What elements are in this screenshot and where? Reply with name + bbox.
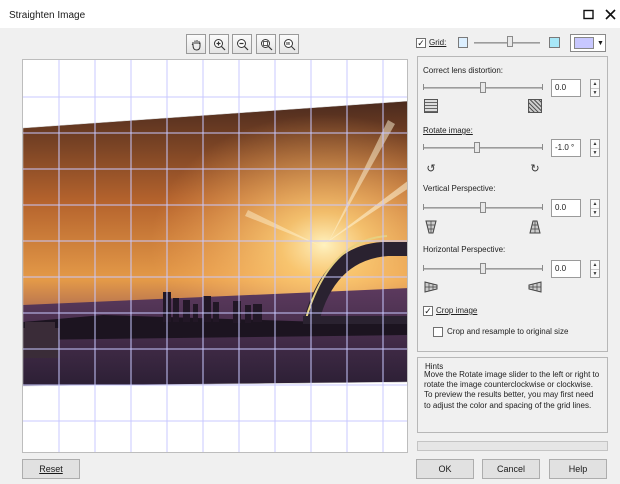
lens-distortion-thumb[interactable] — [480, 82, 486, 93]
perspective-right-wide-icon — [528, 281, 542, 295]
vertical-perspective-spinner[interactable]: ▲ ▼ — [590, 199, 600, 217]
zoom-actual-size-button[interactable] — [279, 34, 299, 54]
rotate-image-spinner[interactable]: ▲ ▼ — [590, 139, 600, 157]
spin-up-icon[interactable]: ▲ — [591, 261, 599, 269]
slider-tick — [423, 84, 424, 90]
grid-label: Grid: — [429, 38, 447, 47]
zoom-in-button[interactable] — [209, 34, 229, 54]
perspective-bottom-wide-icon — [529, 220, 541, 236]
horizontal-perspective-input[interactable]: 0.0 — [551, 260, 581, 278]
horizontal-perspective-spinner[interactable]: ▲ ▼ — [590, 260, 600, 278]
perspective-left-wide-icon — [424, 281, 438, 295]
horizontal-perspective-label: Horizontal Perspective: — [423, 245, 506, 254]
image-preview[interactable] — [22, 59, 408, 453]
rotate-image-thumb[interactable] — [474, 142, 480, 153]
close-icon — [604, 8, 616, 20]
barrel-distortion-icon — [424, 99, 438, 113]
slider-tick — [542, 84, 543, 90]
title-bar — [0, 0, 620, 28]
rotate-image-input[interactable]: -1.0 ° — [551, 139, 581, 157]
rotate-image-label: Rotate image: — [423, 126, 473, 135]
grid-dense-icon — [549, 37, 560, 48]
crop-image-label: Crop image — [436, 306, 478, 315]
spin-up-icon[interactable]: ▲ — [591, 80, 599, 88]
zoom-to-fit-icon — [260, 38, 272, 50]
spin-up-icon[interactable]: ▲ — [591, 200, 599, 208]
maximize-button[interactable] — [579, 5, 597, 23]
zoom-out-icon — [236, 38, 248, 50]
spin-up-icon[interactable]: ▲ — [591, 140, 599, 148]
grid-color-swatch — [574, 37, 594, 49]
rotate-counterclockwise-icon: ↺ — [426, 162, 436, 175]
spin-down-icon[interactable]: ▼ — [591, 148, 599, 157]
crop-image-checkbox[interactable]: ✓ — [423, 306, 433, 316]
rotate-clockwise-icon: ↻ — [530, 162, 540, 175]
vertical-perspective-thumb[interactable] — [480, 202, 486, 213]
hints-box: Hints Move the Rotate image slider to th… — [417, 357, 608, 433]
cancel-button[interactable]: Cancel — [482, 459, 540, 479]
spin-down-icon[interactable]: ▼ — [591, 269, 599, 278]
chevron-down-icon: ▼ — [597, 39, 604, 47]
zoom-to-fit-button[interactable] — [256, 34, 276, 54]
pincushion-distortion-icon — [528, 99, 542, 113]
slider-tick — [423, 204, 424, 210]
slider-tick — [542, 204, 543, 210]
window-title: Straighten Image — [9, 10, 86, 21]
hints-text: Move the Rotate image slider to the left… — [424, 370, 600, 410]
perspective-top-wide-icon — [425, 220, 437, 236]
reset-button[interactable]: Reset — [22, 459, 80, 479]
photo — [23, 101, 407, 386]
status-bar — [417, 441, 608, 451]
crop-resample-checkbox[interactable] — [433, 327, 443, 337]
lens-distortion-label: Correct lens distortion: — [423, 66, 504, 75]
zoom-in-icon — [213, 38, 225, 50]
horizontal-perspective-thumb[interactable] — [480, 263, 486, 274]
grid-sparse-icon — [458, 37, 468, 48]
slider-tick — [542, 265, 543, 271]
crop-resample-label: Crop and resample to original size — [447, 327, 569, 336]
slider-tick — [542, 144, 543, 150]
grid-checkbox[interactable]: ✓ — [416, 38, 426, 48]
lens-distortion-spinner[interactable]: ▲ ▼ — [590, 79, 600, 97]
help-button[interactable]: Help — [549, 459, 607, 479]
grid-spacing-thumb[interactable] — [507, 36, 514, 47]
vertical-perspective-label: Vertical Perspective: — [423, 184, 496, 193]
rotate-image-track[interactable] — [423, 147, 543, 149]
slider-tick — [423, 144, 424, 150]
close-button[interactable] — [601, 5, 619, 23]
maximize-icon — [582, 9, 594, 19]
slider-tick — [423, 265, 424, 271]
hand-tool-button[interactable] — [186, 34, 206, 54]
spin-down-icon[interactable]: ▼ — [591, 208, 599, 217]
hand-icon — [191, 39, 200, 51]
ok-button[interactable]: OK — [416, 459, 474, 479]
reset-button-label: Reset — [39, 464, 63, 474]
zoom-out-button[interactable] — [232, 34, 252, 54]
spin-down-icon[interactable]: ▼ — [591, 88, 599, 97]
vertical-perspective-input[interactable]: 0.0 — [551, 199, 581, 217]
zoom-actual-size-icon — [283, 38, 295, 50]
grid-color-picker[interactable]: ▼ — [570, 34, 606, 52]
preview-canvas — [23, 60, 407, 452]
lens-distortion-input[interactable]: 0.0 — [551, 79, 581, 97]
